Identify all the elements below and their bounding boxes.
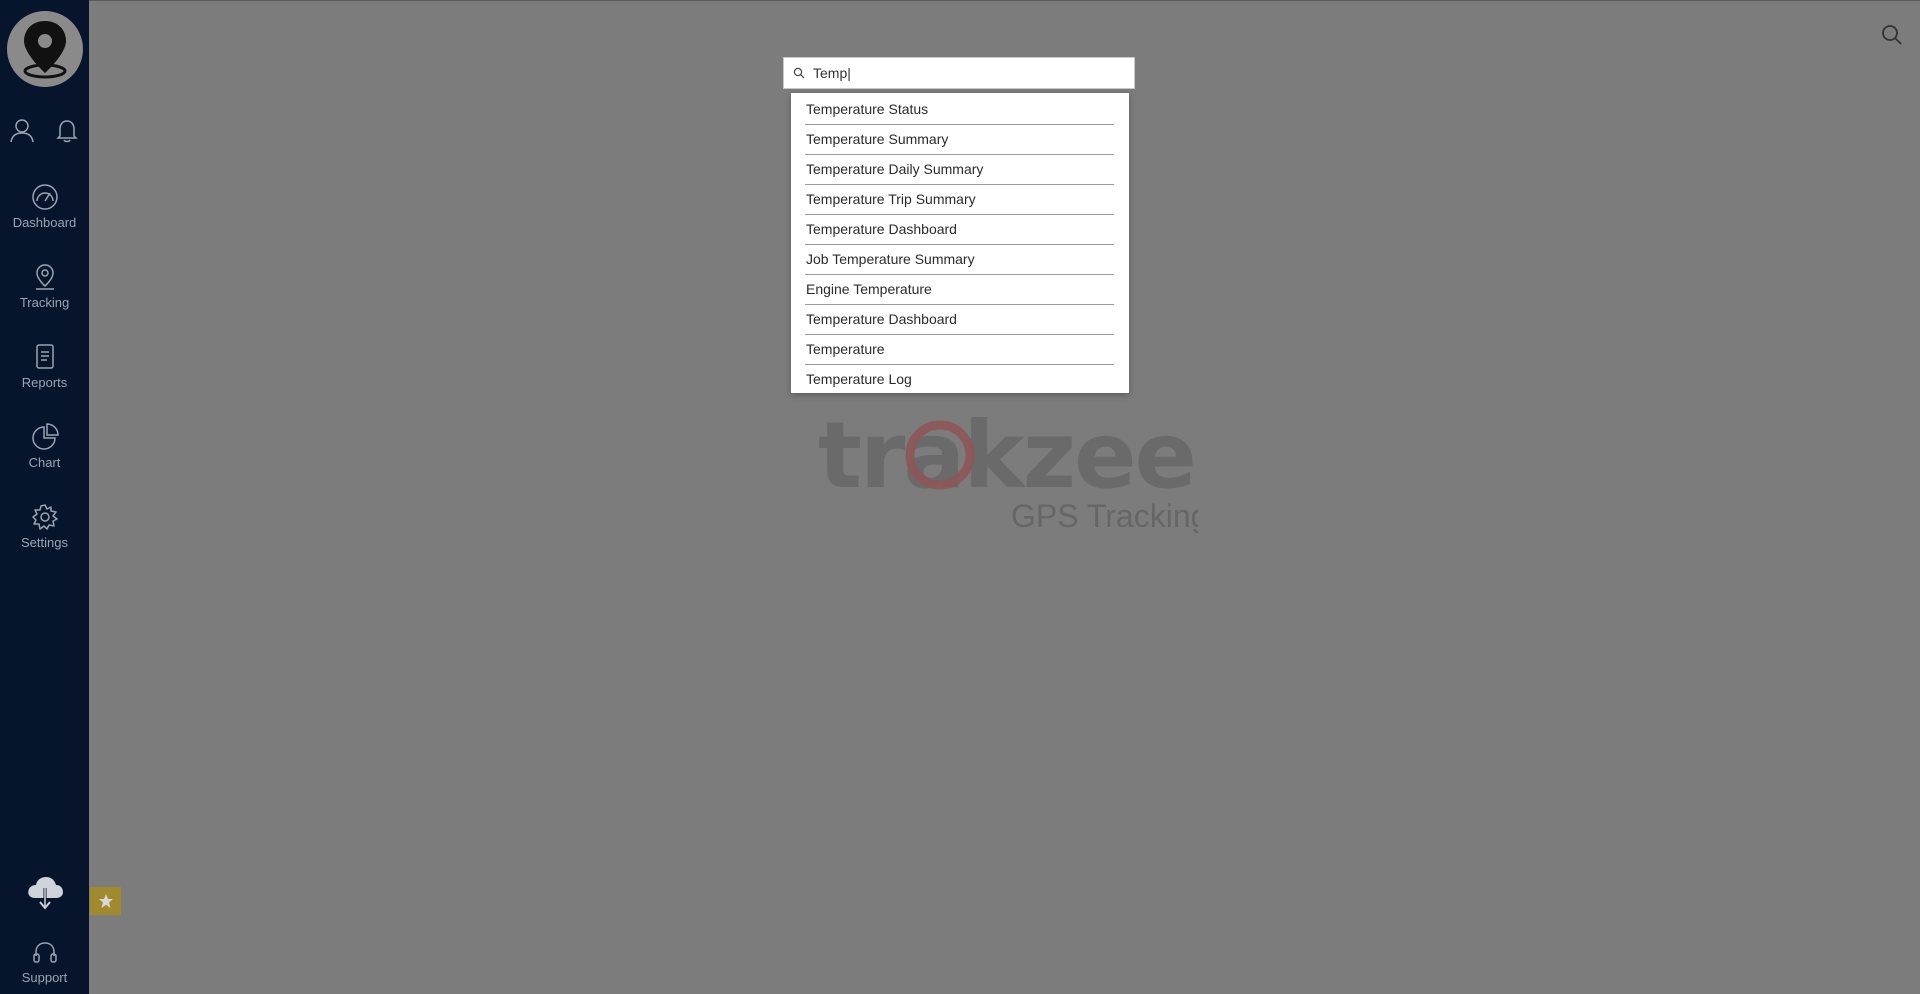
nav-settings[interactable]: Settings <box>0 502 89 572</box>
search-suggestions: Temperature Status Temperature Summary T… <box>791 93 1129 393</box>
user-icon[interactable] <box>8 116 36 144</box>
star-icon <box>98 894 113 908</box>
nav-reports-label: Reports <box>21 375 68 390</box>
suggestion-item[interactable]: Temperature Dashboard <box>805 305 1114 335</box>
suggestion-item[interactable]: Temperature Summary <box>805 125 1114 155</box>
favorite-button[interactable] <box>90 887 121 915</box>
location-pin-logo-icon <box>23 21 67 79</box>
headset-icon <box>32 942 57 963</box>
speedometer-icon <box>31 184 58 210</box>
pie-chart-icon <box>31 423 59 450</box>
search-icon[interactable] <box>1880 23 1904 47</box>
suggestion-item[interactable]: Temperature Dashboard <box>805 215 1114 245</box>
suggestion-item[interactable]: Job Temperature Summary <box>805 245 1114 275</box>
search-field-icon <box>793 67 805 79</box>
watermark-tagline: GPS Tracking <box>1011 498 1198 534</box>
nav-reports[interactable]: Reports <box>0 342 89 412</box>
watermark-brand: trakzee <box>818 405 1195 509</box>
nav-support-label: Support <box>21 970 68 985</box>
nav-tracking[interactable]: Tracking <box>0 262 89 332</box>
suggestion-item[interactable]: Temperature Status <box>805 95 1114 125</box>
menu-search-box[interactable] <box>783 57 1135 89</box>
nav-support[interactable]: Support <box>0 939 89 985</box>
suggestion-item[interactable]: Temperature <box>805 335 1114 365</box>
map-pin-icon <box>35 264 54 290</box>
search-input[interactable] <box>813 65 1113 81</box>
nav-settings-label: Settings <box>21 535 68 550</box>
nav-dashboard-label: Dashboard <box>12 215 77 230</box>
bell-icon[interactable] <box>53 116 81 144</box>
nav-dashboard[interactable]: Dashboard <box>0 182 89 252</box>
nav-chart-label: Chart <box>28 455 61 470</box>
nav-chart[interactable]: Chart <box>0 422 89 492</box>
nav-tracking-label: Tracking <box>19 295 70 310</box>
trakzee-watermark-logo: trakzee GPS Tracking <box>818 405 1198 534</box>
document-icon <box>35 344 54 369</box>
cloud-download-icon[interactable] <box>25 874 65 910</box>
app-logo[interactable] <box>7 11 83 87</box>
sidebar: Dashboard Tracking Reports Chart Setting… <box>0 0 89 994</box>
suggestion-item[interactable]: Engine Temperature <box>805 275 1114 305</box>
suggestion-item[interactable]: Temperature Daily Summary <box>805 155 1114 185</box>
gear-icon <box>31 504 58 530</box>
suggestion-item[interactable]: Temperature Trip Summary <box>805 185 1114 215</box>
suggestion-item[interactable]: Temperature Log <box>805 365 1114 394</box>
